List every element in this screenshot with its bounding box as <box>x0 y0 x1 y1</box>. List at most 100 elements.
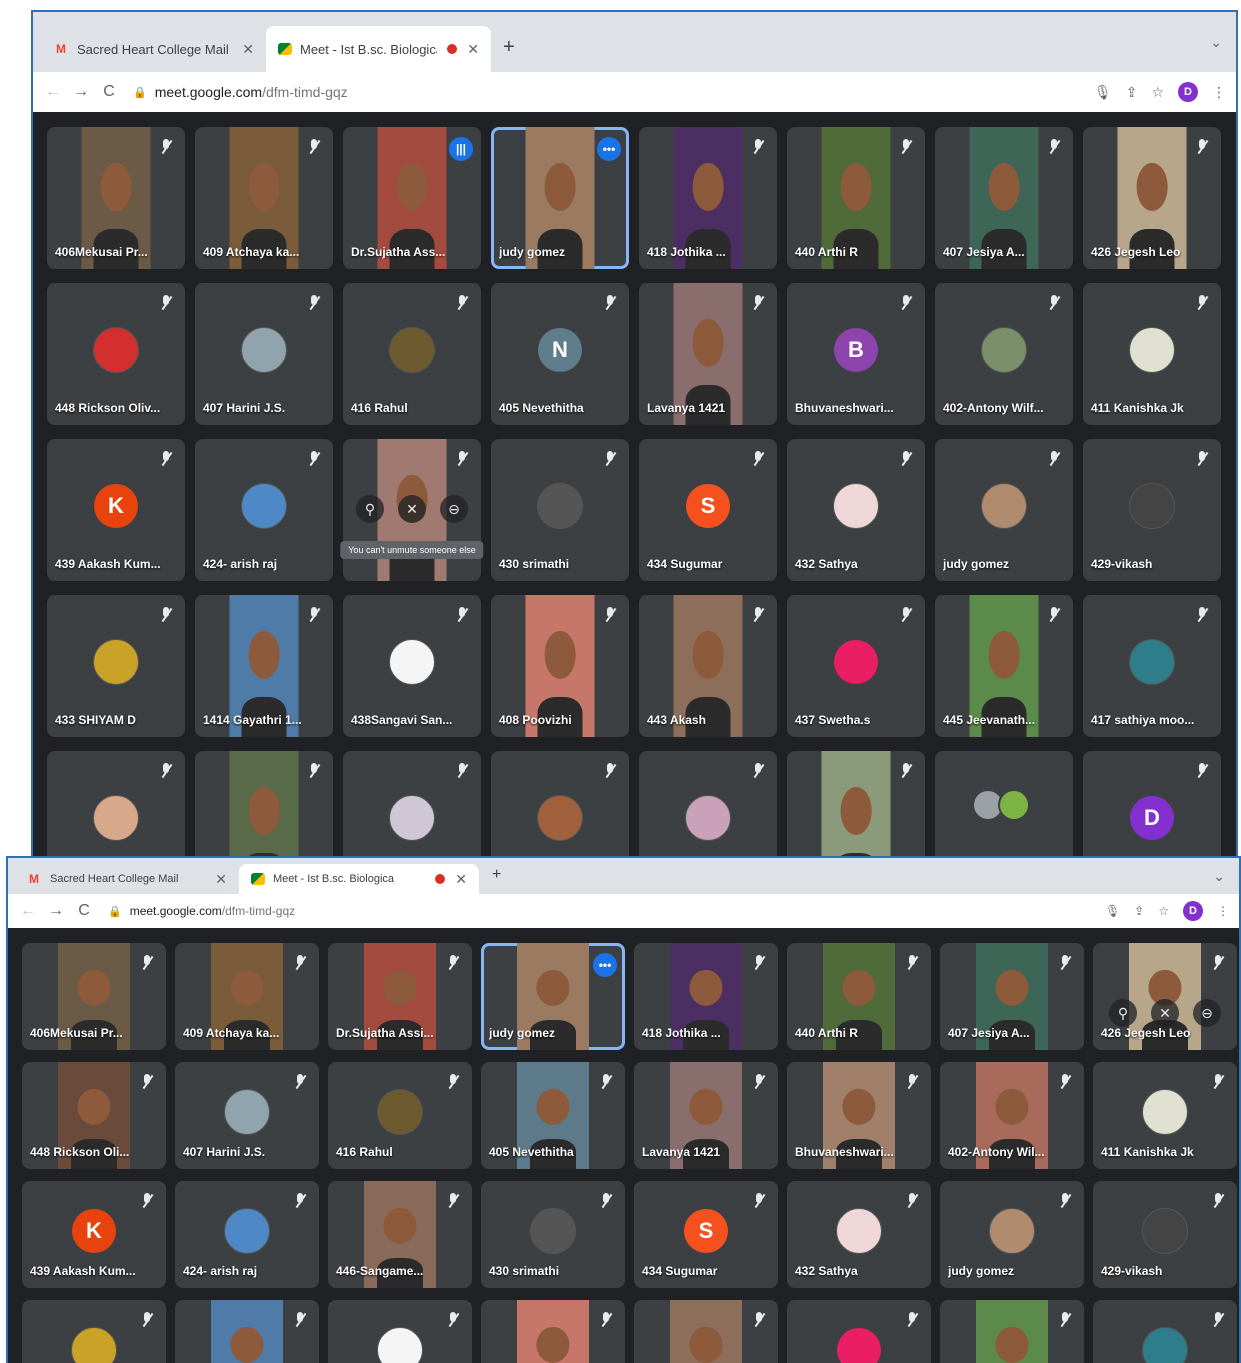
participant-tile[interactable]: 418 Jothika ... <box>634 943 778 1050</box>
bookmark-star-icon[interactable]: ☆ <box>1151 84 1164 101</box>
participant-tile[interactable]: B Bhuvaneshwari... <box>787 283 925 425</box>
participant-tile[interactable]: judy gomez <box>935 439 1073 581</box>
participant-tile[interactable]: 445 Jeevanath... <box>935 595 1073 737</box>
participant-tile[interactable]: 416 Rahul <box>328 1062 472 1169</box>
close-icon[interactable]: ✕ <box>467 41 479 58</box>
participant-tile[interactable]: ••• judy gomez <box>491 127 629 269</box>
address-bar[interactable]: 🔒 meet.google.com /dfm-timd-gqz <box>133 84 348 100</box>
profile-avatar[interactable]: D <box>1178 82 1198 102</box>
participant-tile[interactable]: S 434 Sugumar <box>634 1181 778 1288</box>
participant-tile[interactable]: 432 Sathya <box>787 439 925 581</box>
bookmark-star-icon[interactable]: ☆ <box>1158 904 1169 918</box>
participant-tile[interactable]: 408 Poovizhi <box>491 595 629 737</box>
participant-tile[interactable]: 416 Rahul <box>343 283 481 425</box>
share-icon[interactable]: ⇪ <box>1126 84 1138 101</box>
participant-tile[interactable]: 446-Sangame... <box>328 1181 472 1288</box>
participant-tile[interactable]: ••• judy gomez <box>481 943 625 1050</box>
microphone-icon[interactable]: 🎙 <box>1094 84 1112 101</box>
tab-search-icon[interactable]: ⌄ <box>1210 34 1222 51</box>
participant-tile[interactable]: 440 Arthi R <box>787 943 931 1050</box>
participant-tile[interactable]: K 439 Aakash Kum... <box>47 439 185 581</box>
participant-tile[interactable] <box>491 751 629 856</box>
new-tab-button[interactable]: + <box>503 36 515 59</box>
participant-tile[interactable]: K 439 Aakash Kum... <box>22 1181 166 1288</box>
participant-tile[interactable]: 437 Swetha.s <box>787 595 925 737</box>
microphone-icon[interactable]: 🎙 <box>1105 904 1120 918</box>
more-menu-icon[interactable]: ⋮ <box>1217 904 1229 918</box>
forward-icon[interactable]: → <box>42 902 70 920</box>
participant-tile[interactable]: D <box>1083 751 1221 856</box>
participant-tile[interactable] <box>634 1300 778 1363</box>
participant-tile[interactable] <box>481 1300 625 1363</box>
participant-tile[interactable] <box>639 751 777 856</box>
participant-tile[interactable]: 417 sathiya moo... <box>1083 595 1221 737</box>
participant-tile[interactable]: 411 Kanishka Jk <box>1093 1062 1237 1169</box>
tab-meet[interactable]: Meet - Ist B.sc. Biologica ✕ <box>266 26 491 72</box>
participant-tile[interactable]: judy gomez <box>940 1181 1084 1288</box>
mic-muted-icon[interactable]: ✕ <box>1151 999 1179 1027</box>
new-tab-button[interactable]: + <box>492 866 501 884</box>
back-icon[interactable]: ← <box>39 83 67 101</box>
participant-tile[interactable]: 438Sangavi San... <box>343 595 481 737</box>
reload-icon[interactable]: C <box>70 902 98 920</box>
remove-icon[interactable]: ⊖ <box>1193 999 1221 1027</box>
more-options-button[interactable]: ••• <box>597 137 621 161</box>
close-icon[interactable]: ✕ <box>455 871 467 888</box>
reload-icon[interactable]: C <box>95 83 123 101</box>
participant-tile[interactable]: 443 Akash <box>639 595 777 737</box>
more-options-button[interactable]: ••• <box>593 953 617 977</box>
participant-tile[interactable]: ⚲ ✕ ⊖ <box>343 439 481 581</box>
participant-tile[interactable]: ||| Dr.Sujatha Ass... <box>343 127 481 269</box>
close-icon[interactable]: ✕ <box>242 41 254 58</box>
participant-tile[interactable]: 402-Antony Wil... <box>940 1062 1084 1169</box>
pin-icon[interactable]: ⚲ <box>356 495 384 523</box>
tab-meet[interactable]: Meet - Ist B.sc. Biologica ✕ <box>239 864 479 894</box>
participant-tile[interactable]: 426 Jegesh Leo <box>1083 127 1221 269</box>
participant-tile[interactable]: 402-Antony Wilf... <box>935 283 1073 425</box>
participant-tile[interactable]: 430 srimathi <box>491 439 629 581</box>
close-icon[interactable]: ✕ <box>215 871 227 888</box>
participant-tile[interactable]: Dr.Sujatha Assi... <box>328 943 472 1050</box>
back-icon[interactable]: ← <box>14 902 42 920</box>
participant-tile[interactable]: 407 Jesiya A... <box>940 943 1084 1050</box>
participant-tile[interactable] <box>328 1300 472 1363</box>
remove-icon[interactable]: ⊖ <box>440 495 468 523</box>
participant-tile[interactable]: ⚲ ✕ ⊖ 426 Jegesh Leo <box>1093 943 1237 1050</box>
participant-tile[interactable]: 429-vikash <box>1083 439 1221 581</box>
participant-tile[interactable] <box>787 1300 931 1363</box>
participant-tile[interactable]: 407 Harini J.S. <box>175 1062 319 1169</box>
participant-tile[interactable] <box>22 1300 166 1363</box>
pin-icon[interactable]: ⚲ <box>1109 999 1137 1027</box>
participant-tile[interactable]: 429-vikash <box>1093 1181 1237 1288</box>
participant-tile[interactable]: 411 Kanishka Jk <box>1083 283 1221 425</box>
participant-tile[interactable]: 407 Harini J.S. <box>195 283 333 425</box>
participant-tile[interactable]: 440 Arthi R <box>787 127 925 269</box>
share-icon[interactable]: ⇪ <box>1134 904 1144 918</box>
participant-tile[interactable]: 7 others <box>935 751 1073 856</box>
participant-tile[interactable]: 409 Atchaya ka... <box>195 127 333 269</box>
tab-gmail[interactable]: M Sacred Heart College Mail ✕ <box>14 864 239 894</box>
address-bar[interactable]: 🔒 meet.google.com /dfm-timd-gqz <box>108 904 295 918</box>
participant-tile[interactable]: 407 Jesiya A... <box>935 127 1073 269</box>
participant-tile[interactable] <box>343 751 481 856</box>
participant-tile[interactable]: 424- arish raj <box>175 1181 319 1288</box>
participant-tile[interactable]: 406Mekusai Pr... <box>47 127 185 269</box>
participant-tile[interactable]: 432 Sathya <box>787 1181 931 1288</box>
participant-tile[interactable] <box>940 1300 1084 1363</box>
mic-muted-icon[interactable]: ✕ <box>398 495 426 523</box>
participant-tile[interactable] <box>1093 1300 1237 1363</box>
participant-tile[interactable]: 433 SHIYAM D <box>47 595 185 737</box>
forward-icon[interactable]: → <box>67 83 95 101</box>
profile-avatar[interactable]: D <box>1183 901 1203 921</box>
participant-tile[interactable]: 430 srimathi <box>481 1181 625 1288</box>
participant-tile[interactable]: Lavanya 1421 <box>634 1062 778 1169</box>
participant-tile[interactable]: 409 Atchaya ka... <box>175 943 319 1050</box>
tab-gmail[interactable]: M Sacred Heart College Mail ✕ <box>41 26 266 72</box>
participant-tile[interactable]: 405 Nevethitha <box>481 1062 625 1169</box>
participant-tile[interactable] <box>47 751 185 856</box>
participant-tile[interactable] <box>175 1300 319 1363</box>
participant-tile[interactable] <box>195 751 333 856</box>
more-menu-icon[interactable]: ⋮ <box>1212 84 1226 101</box>
participant-tile[interactable]: 448 Rickson Oliv... <box>47 283 185 425</box>
participant-tile[interactable]: Bhuvaneshwari... <box>787 1062 931 1169</box>
